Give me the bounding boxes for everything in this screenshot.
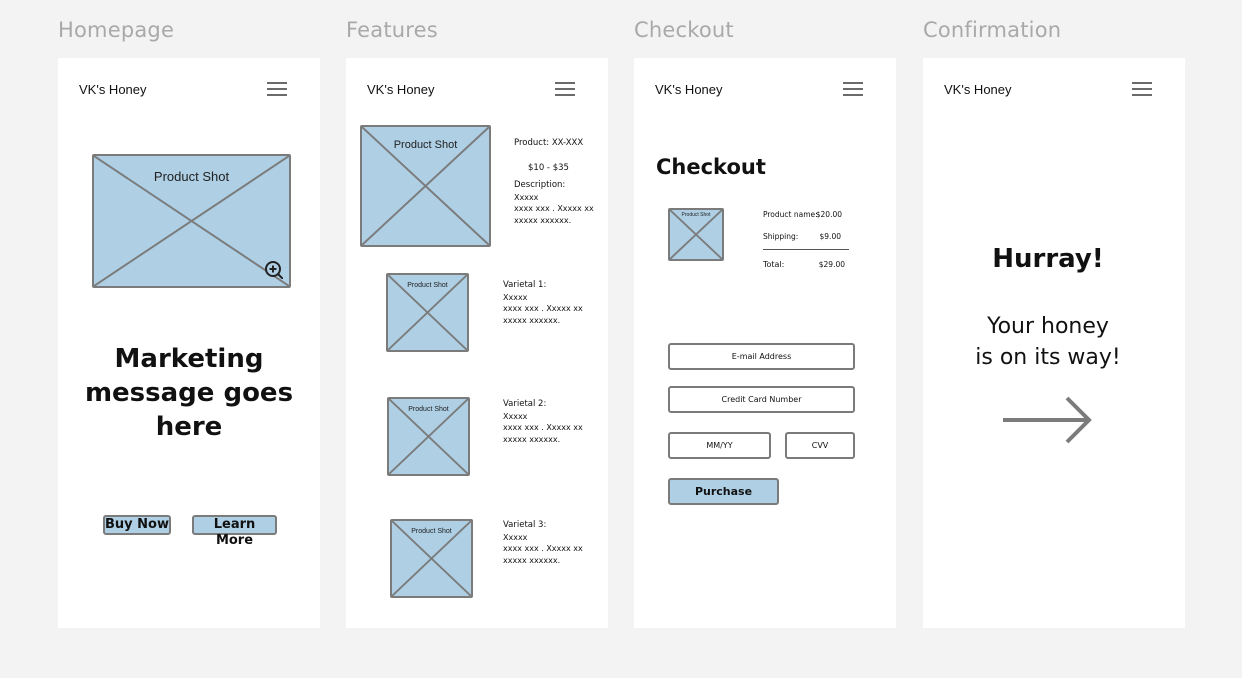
order-thumbnail: Product Shot: [668, 208, 724, 261]
brand-name[interactable]: VK's Honey: [655, 82, 723, 97]
varietal-3-details: Varietal 3: Xxxxx xxxx xxx . Xxxxx xx xx…: [503, 520, 583, 566]
frame-label-checkout: Checkout: [634, 18, 734, 42]
description-line-3: xxxxx xxxxxx.: [514, 215, 572, 225]
cvv-field[interactable]: CVV: [785, 432, 855, 459]
total-value: $29.00: [818, 260, 845, 269]
description-label: Description:: [514, 180, 566, 190]
order-summary: Product name: $20.00 Shipping: $9.00 Tot…: [763, 209, 849, 271]
varietal-3-shot[interactable]: Product Shot: [390, 519, 473, 598]
varietal-1-shot[interactable]: Product Shot: [386, 273, 469, 352]
varietal-1-line-1: Xxxxx: [503, 292, 528, 302]
marketing-line-3: here: [155, 412, 223, 442]
price-range: $10 - $35: [528, 162, 569, 173]
features-screen: VK's Honey Product Shot Product: XX-XXX …: [346, 58, 608, 628]
confirmation-line-1: Your honey: [987, 314, 1109, 339]
email-field[interactable]: E-mail Address: [668, 343, 855, 370]
brand-name[interactable]: VK's Honey: [79, 82, 147, 97]
product-details: Product: XX-XXX $10 - $35 Description: X…: [514, 138, 608, 226]
description-line-2: xxxx xxx . Xxxxx xx: [514, 204, 594, 213]
product-code: Product: XX-XXX: [514, 138, 584, 148]
hamburger-menu-icon[interactable]: [1132, 81, 1152, 97]
varietal-2-line-2: xxxx xxx . Xxxxx xx: [503, 423, 583, 432]
confirmation-message: Your honey is on its way!: [923, 311, 1173, 373]
product-shot-label: Product Shot: [153, 169, 230, 184]
checkout-title: Checkout: [656, 155, 766, 179]
hamburger-menu-icon[interactable]: [555, 81, 575, 97]
summary-divider: [763, 249, 849, 250]
product-name-label: Product name:: [763, 210, 818, 219]
main-product-shot[interactable]: Product Shot: [360, 125, 491, 247]
varietal-3-line-2: xxxx xxx . Xxxxx xx: [503, 544, 583, 553]
card-number-field[interactable]: Credit Card Number: [668, 386, 855, 413]
right-arrow-icon[interactable]: [1003, 395, 1093, 445]
confirmation-headline: Hurray!: [992, 244, 1104, 274]
frame-label-confirmation: Confirmation: [923, 18, 1062, 42]
varietal-2-line-3: xxxxx xxxxxx.: [503, 434, 561, 444]
product-shot-label: Product Shot: [408, 406, 449, 413]
marketing-line-1: Marketing: [114, 344, 264, 374]
product-shot-label: Product Shot: [411, 528, 452, 535]
shipping-label: Shipping:: [763, 232, 799, 241]
product-shot-placeholder[interactable]: Product Shot: [92, 154, 291, 288]
varietal-2-details: Varietal 2: Xxxxx xxxx xxx . Xxxxx xx xx…: [503, 399, 583, 445]
zoom-in-icon[interactable]: [265, 261, 283, 279]
homepage-screen: VK's Honey Product Shot Marketing messag…: [58, 58, 320, 628]
total-label: Total:: [763, 260, 785, 269]
varietal-3-line-3: xxxxx xxxxxx.: [503, 555, 561, 565]
marketing-message: Marketing message goes here: [58, 342, 320, 444]
varietal-1-title: Varietal 1:: [503, 280, 547, 290]
varietal-1-line-3: xxxxx xxxxxx.: [503, 315, 561, 325]
marketing-line-2: message goes: [84, 378, 294, 408]
varietal-1-line-2: xxxx xxx . Xxxxx xx: [503, 304, 583, 313]
varietal-3-title: Varietal 3:: [503, 520, 547, 530]
purchase-button[interactable]: Purchase: [668, 478, 779, 505]
shipping-value: $9.00: [819, 232, 841, 241]
varietal-1-details: Varietal 1: Xxxxx xxxx xxx . Xxxxx xx xx…: [503, 280, 583, 326]
buy-now-button[interactable]: Buy Now: [103, 515, 171, 535]
hamburger-menu-icon[interactable]: [843, 81, 863, 97]
brand-name[interactable]: VK's Honey: [944, 82, 1012, 97]
varietal-3-line-1: Xxxxx: [503, 532, 528, 542]
checkout-screen: VK's Honey Checkout Product Shot Product…: [634, 58, 896, 628]
product-shot-label: Product Shot: [393, 139, 458, 151]
product-shot-label: Product Shot: [407, 282, 448, 289]
frame-label-homepage: Homepage: [58, 18, 175, 42]
varietal-2-title: Varietal 2:: [503, 399, 547, 409]
product-name-value: $20.00: [815, 210, 842, 219]
varietal-2-shot[interactable]: Product Shot: [387, 397, 470, 476]
varietal-2-line-1: Xxxxx: [503, 411, 528, 421]
brand-name[interactable]: VK's Honey: [367, 82, 435, 97]
expiry-field[interactable]: MM/YY: [668, 432, 771, 459]
confirmation-screen: VK's Honey Hurray! Your honey is on its …: [923, 58, 1185, 628]
description-line-1: Xxxxx: [514, 192, 539, 202]
frame-label-features: Features: [346, 18, 438, 42]
confirmation-line-2: is on its way!: [975, 345, 1121, 370]
learn-more-button[interactable]: Learn More: [192, 515, 277, 548]
hamburger-menu-icon[interactable]: [267, 81, 287, 97]
product-shot-label: Product Shot: [681, 212, 711, 218]
